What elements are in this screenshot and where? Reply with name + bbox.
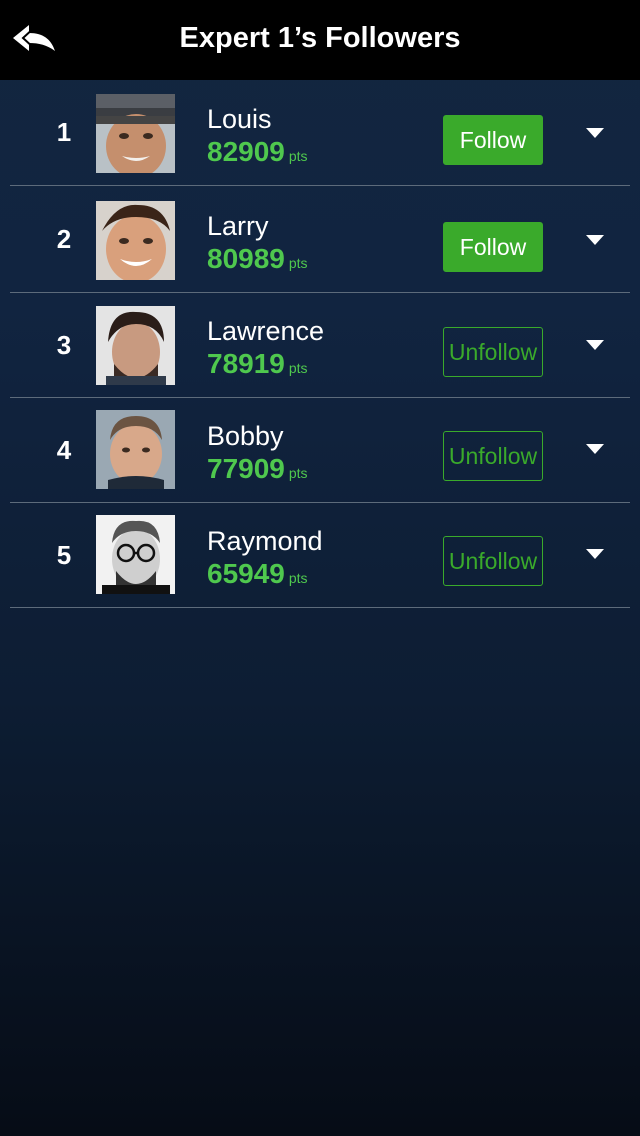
score-value: 78919 — [207, 348, 285, 379]
unfollow-button[interactable]: Unfollow — [443, 431, 543, 481]
unfollow-button[interactable]: Unfollow — [443, 327, 543, 377]
rank-number: 4 — [56, 434, 72, 465]
follower-name: Bobby — [207, 421, 284, 451]
chevron-down-icon[interactable] — [585, 233, 605, 247]
score-unit: pts — [288, 360, 308, 376]
rank-number: 1 — [56, 117, 72, 147]
rank-number: 2 — [56, 223, 72, 254]
chevron-down-icon[interactable] — [585, 126, 605, 140]
score-line: 65949 pts — [207, 558, 308, 590]
unfollow-button[interactable]: Unfollow — [443, 536, 543, 586]
chevron-down-icon[interactable] — [585, 547, 605, 561]
follower-name: Louis — [207, 104, 272, 134]
score-line: 82909 pts — [207, 136, 308, 168]
back-button[interactable] — [8, 20, 60, 60]
follow-button[interactable]: Follow — [443, 222, 543, 272]
score-value: 80989 — [207, 243, 285, 274]
follow-button[interactable]: Follow — [443, 115, 543, 165]
list-item: 4 Bobby 77909 pts Unfollow — [10, 398, 630, 503]
avatar[interactable] — [96, 515, 175, 594]
score-line: 78919 pts — [207, 348, 308, 380]
score-value: 77909 — [207, 453, 285, 484]
chevron-down-icon[interactable] — [585, 442, 605, 456]
followers-list: 1 Louis 82909 pts Follow 2 Larry 80989 p… — [0, 80, 640, 608]
follower-name: Raymond — [207, 526, 323, 556]
score-line: 80989 pts — [207, 243, 308, 275]
reply-back-arrow-icon — [11, 23, 57, 58]
follower-name: Larry — [207, 211, 269, 241]
list-item: 1 Louis 82909 pts Follow — [10, 80, 630, 186]
follower-name: Lawrence — [207, 316, 325, 346]
rank-number: 3 — [56, 329, 72, 360]
avatar[interactable] — [96, 410, 175, 489]
top-bar: Expert 1’s Followers — [0, 0, 640, 80]
list-item: 2 Larry 80989 pts Follow — [10, 186, 630, 293]
score-unit: pts — [288, 148, 308, 164]
score-unit: pts — [288, 570, 308, 586]
score-value: 82909 — [207, 136, 285, 167]
score-unit: pts — [288, 465, 308, 481]
score-unit: pts — [288, 255, 308, 271]
list-item: 3 Lawrence 78919 pts Unfollow — [10, 293, 630, 398]
chevron-down-icon[interactable] — [585, 338, 605, 352]
avatar[interactable] — [96, 306, 175, 385]
page-title: Expert 1’s Followers — [179, 22, 461, 54]
score-line: 77909 pts — [207, 453, 308, 485]
rank-number: 5 — [56, 539, 72, 570]
list-item: 5 Raymond 65949 pts Unfollow — [10, 503, 630, 608]
score-value: 65949 — [207, 558, 285, 589]
avatar[interactable] — [96, 201, 175, 280]
avatar[interactable] — [96, 94, 175, 173]
